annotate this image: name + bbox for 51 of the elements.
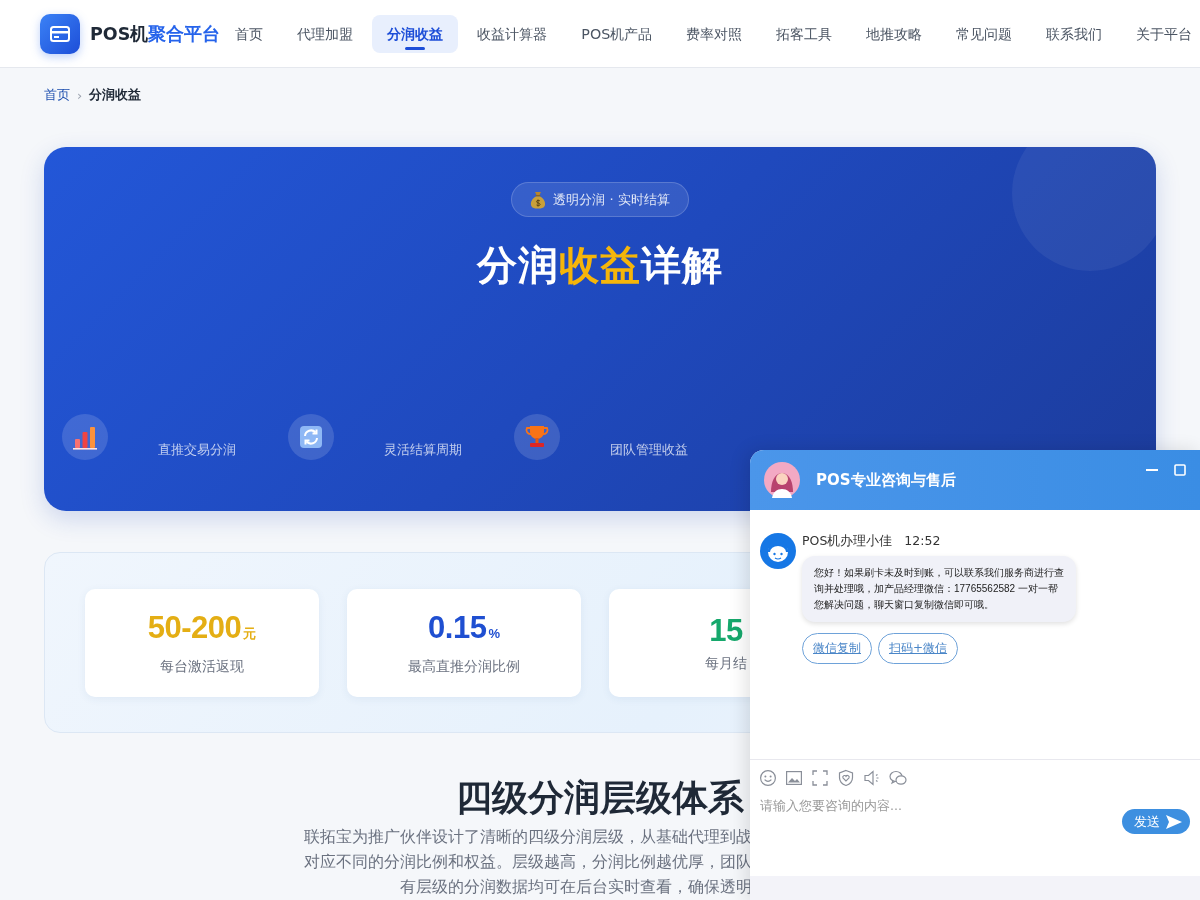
message-time: 12:52 xyxy=(904,533,941,549)
stat-value: 0.15% xyxy=(428,610,500,647)
maximize-icon[interactable] xyxy=(1174,464,1186,476)
send-arrow-icon xyxy=(1166,814,1182,829)
breadcrumb-current: 分润收益 xyxy=(89,86,142,104)
badge-text: 透明分润 · 实时结算 xyxy=(553,190,670,209)
action-button[interactable]: 微信复制 xyxy=(802,633,872,664)
nav-tab[interactable]: 首页 xyxy=(220,14,279,53)
expand-icon[interactable] xyxy=(811,768,829,787)
image-icon[interactable] xyxy=(785,768,803,787)
feature-label: 直推交易分润 xyxy=(158,441,236,459)
stat-label: 每台激活返现 xyxy=(160,658,244,676)
nav-tab[interactable]: 费率对照 xyxy=(671,14,758,53)
nav-tab[interactable]: 代理加盟 xyxy=(282,14,369,53)
money-bag-icon xyxy=(530,190,547,209)
action-button[interactable]: 扫码+微信 xyxy=(878,633,959,664)
trophy-icon xyxy=(514,414,560,460)
logo-icon[interactable] xyxy=(40,13,80,54)
breadcrumb-link[interactable]: 首页 xyxy=(44,86,70,104)
nav-tab[interactable]: POS机产品 xyxy=(566,14,668,53)
sender-name: POS机办理小佳 xyxy=(802,533,893,549)
nav-tab[interactable]: 地推攻略 xyxy=(851,14,938,53)
stat-label: 最高直推分润比例 xyxy=(408,658,520,676)
stat-value: 50-200元 xyxy=(147,610,257,647)
nav-tab[interactable]: 分润收益 xyxy=(372,14,459,53)
section-title: 四级分润层级体系 xyxy=(456,778,744,818)
refresh-icon xyxy=(288,414,334,460)
chat-bubbles-icon[interactable] xyxy=(889,768,907,787)
section-text-line: 有层级的分润数据均可在后台实时查看，确保透明 xyxy=(400,876,752,898)
emoji-icon[interactable] xyxy=(759,768,777,787)
support-avatar-icon xyxy=(760,533,796,569)
avatar-icon xyxy=(764,462,800,498)
speaker-icon[interactable] xyxy=(863,768,881,787)
nav-tab[interactable]: 联系我们 xyxy=(1031,14,1118,53)
message-bubble: 您好！如果刷卡未及时到账，可以联系我们服务商进行查询并处理哦，加产品经理微信：17765562582 一对一帮您解决问题，聊天窗口复制微信即可哦。 xyxy=(802,556,1076,622)
nav-tab[interactable]: 关于平台 xyxy=(1121,14,1200,53)
nav-tab[interactable]: 拓客工具 xyxy=(761,14,848,53)
brand-name[interactable]: POS机聚合平台 xyxy=(90,21,221,46)
hero-title: 分润收益详解 xyxy=(477,241,723,290)
feature-label: 团队管理收益 xyxy=(610,441,688,459)
section-text-line: 对应不同的分润比例和权益。层级越高，分润比例越优厚，团队 xyxy=(304,851,752,873)
nav-tab[interactable]: 收益计算器 xyxy=(462,14,563,53)
nav-tab[interactable]: 常见问题 xyxy=(941,14,1028,53)
breadcrumb-separator: › xyxy=(77,87,83,103)
feature-label: 灵活结算周期 xyxy=(384,441,462,459)
chat-title: POS专业咨询与售后 xyxy=(816,470,956,490)
bar-chart-icon xyxy=(62,414,108,460)
stat-label: 每月结 xyxy=(705,655,747,673)
message-input[interactable]: 请输入您要咨询的内容... xyxy=(760,795,1122,868)
shield-icon[interactable] xyxy=(837,768,855,787)
stat-value: 15 xyxy=(709,613,743,649)
